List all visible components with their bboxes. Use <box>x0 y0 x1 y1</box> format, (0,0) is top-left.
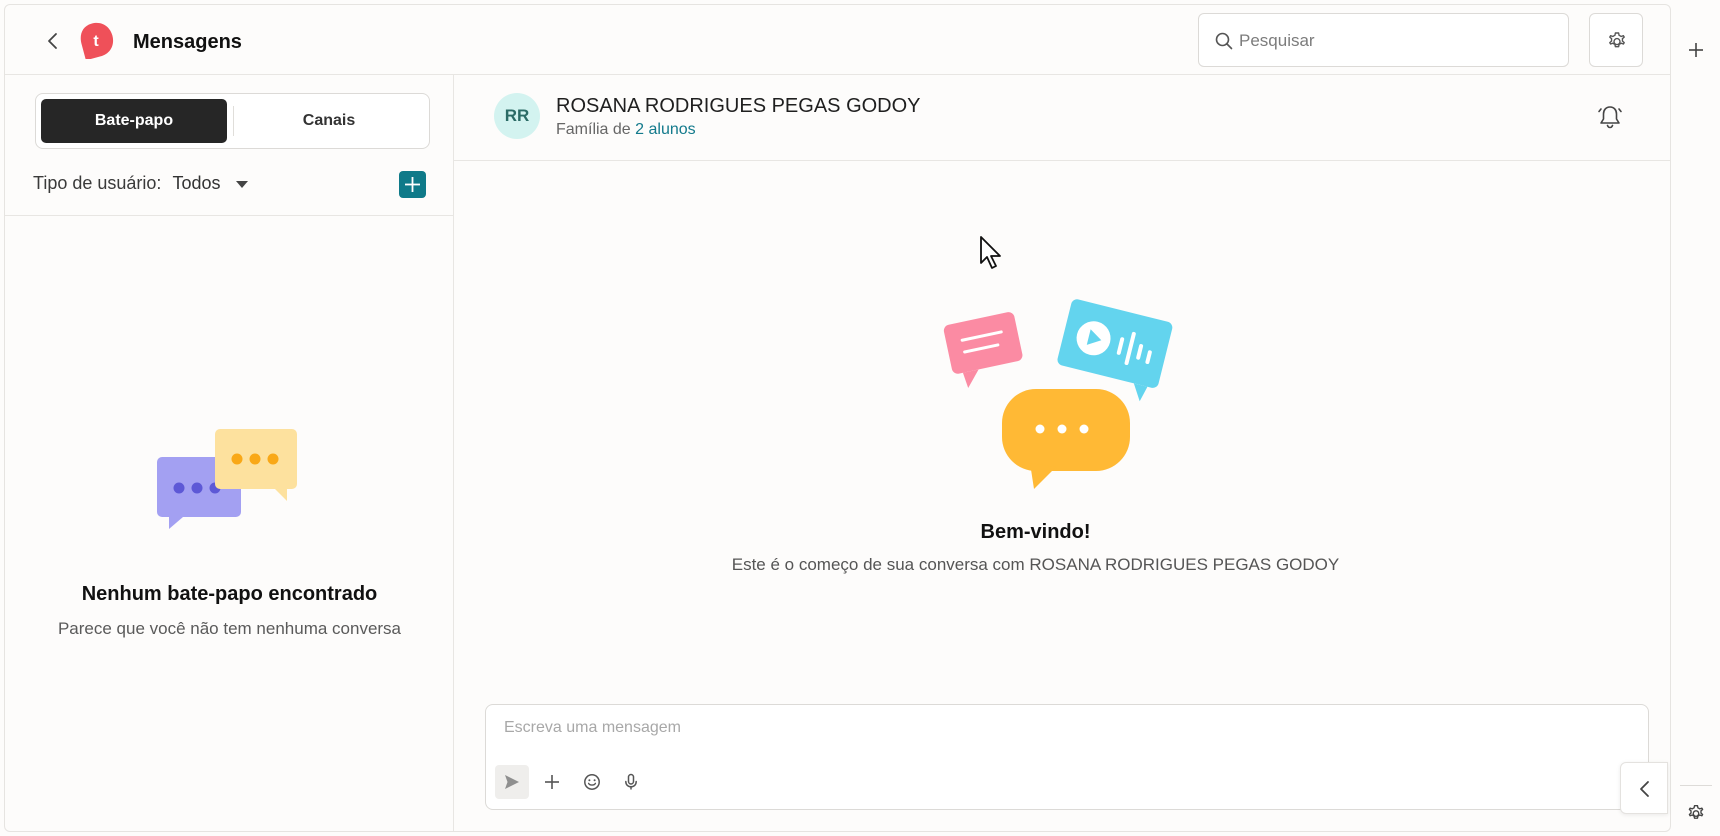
conversations-panel: Bate-papo Canais Tipo de usuário: Todos <box>5 75 454 831</box>
family-label: Família de <box>556 121 631 138</box>
avatar: RR <box>494 93 540 139</box>
students-link[interactable]: 2 alunos <box>635 121 696 138</box>
plus-icon <box>545 775 559 789</box>
attach-button[interactable] <box>535 765 569 799</box>
tab-bate-papo[interactable]: Bate-papo <box>41 99 227 143</box>
welcome-subtitle: Este é o começo de sua conversa com ROSA… <box>731 555 1340 574</box>
panel-divider <box>5 215 453 216</box>
search-icon <box>1215 32 1233 50</box>
tab-canais[interactable]: Canais <box>236 99 422 143</box>
new-chat-button[interactable] <box>399 171 426 198</box>
emoji-icon <box>584 774 600 790</box>
page-title: Mensagens <box>133 31 242 53</box>
tab-divider <box>233 106 234 136</box>
plus-icon[interactable] <box>1686 40 1706 60</box>
plus-icon <box>405 177 420 192</box>
gear-icon[interactable] <box>1685 802 1707 824</box>
bell-icon[interactable] <box>1596 103 1624 131</box>
welcome-illustration <box>943 299 1173 489</box>
chevron-left-icon <box>1640 781 1649 797</box>
conversation-header: RR ROSANA RODRIGUES PEGAS GODOY Família … <box>454 75 1670 161</box>
send-button[interactable] <box>495 765 529 799</box>
mouse-cursor-icon <box>980 236 1001 269</box>
empty-state-title: Nenhum bate-papo encontrado <box>81 583 378 605</box>
message-composer <box>485 704 1649 810</box>
right-rail <box>1672 0 1720 836</box>
app-logo: t <box>77 21 115 61</box>
message-input[interactable] <box>504 719 1624 747</box>
voice-button[interactable] <box>614 765 648 799</box>
gear-icon <box>1609 32 1625 48</box>
rail-divider <box>1680 785 1712 786</box>
dropdown-caret-icon[interactable] <box>235 180 248 188</box>
tab-switcher: Bate-papo Canais <box>35 93 430 149</box>
search-input[interactable] <box>1239 26 1549 56</box>
empty-chat-illustration <box>157 429 297 529</box>
app-window: t Mensagens Bate-papo Canais Tipo de usu… <box>4 4 1671 832</box>
conversation-panel: RR ROSANA RODRIGUES PEGAS GODOY Família … <box>454 75 1670 831</box>
collapse-panel-button[interactable] <box>1620 762 1668 814</box>
settings-button[interactable] <box>1589 13 1643 67</box>
top-bar: t Mensagens <box>5 5 1670 75</box>
empty-state-subtitle: Parece que você não tem nenhuma conversa <box>57 619 402 638</box>
emoji-button[interactable] <box>575 765 609 799</box>
send-icon <box>505 775 519 789</box>
contact-subtitle: Família de 2 alunos <box>556 121 696 139</box>
search-box[interactable] <box>1198 13 1569 67</box>
back-chevron-icon[interactable] <box>43 31 63 51</box>
contact-name: ROSANA RODRIGUES PEGAS GODOY <box>556 95 921 117</box>
logo-letter: t <box>93 33 99 50</box>
welcome-title: Bem-vindo! <box>980 521 1091 543</box>
user-type-filter[interactable]: Tipo de usuário: Todos <box>33 173 248 194</box>
microphone-icon <box>625 773 637 790</box>
filter-label: Tipo de usuário: <box>33 173 162 193</box>
filter-value[interactable]: Todos <box>172 173 220 193</box>
